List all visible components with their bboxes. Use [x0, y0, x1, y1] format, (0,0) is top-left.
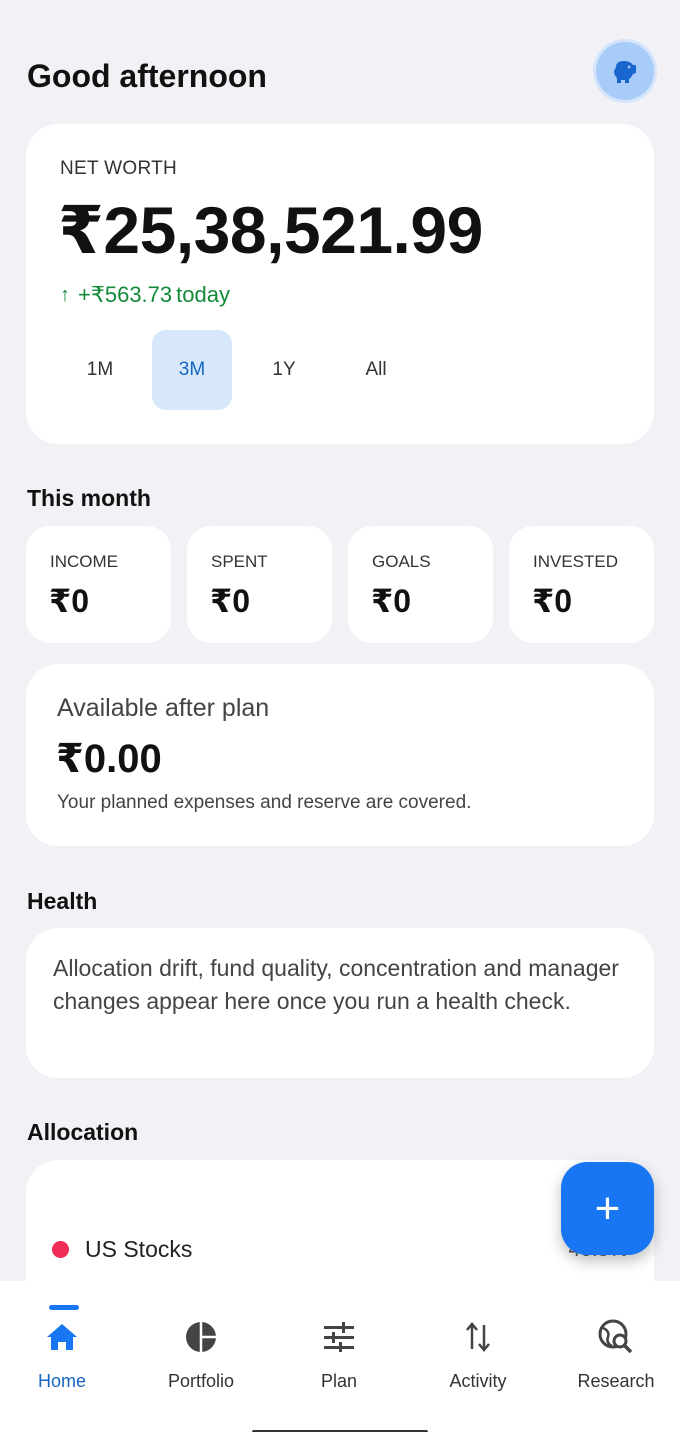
stat-value: ₹0 — [371, 583, 412, 619]
stat-label: INVESTED — [533, 552, 619, 571]
stat-value: ₹0 — [210, 583, 251, 619]
nav-label: Plan — [320, 1371, 358, 1391]
pie-chart-icon — [186, 1322, 216, 1352]
avatar[interactable] — [596, 42, 654, 100]
health-card[interactable]: Allocation drift, fund quality, concentr… — [26, 928, 654, 1078]
nav-label: Activity — [449, 1371, 507, 1391]
add-fab-button[interactable]: + — [561, 1162, 654, 1255]
health-title: Health — [27, 888, 98, 914]
allocation-title: Allocation — [27, 1119, 139, 1145]
stat-label: INCOME — [50, 552, 118, 571]
nav-label: Home — [37, 1371, 86, 1391]
stat-card-income[interactable]: INCOME ₹0 — [26, 526, 171, 643]
nav-item-activity[interactable]: Activity — [418, 1281, 538, 1401]
sliders-icon — [324, 1322, 354, 1352]
available-after-plan-card[interactable]: Available after plan ₹0.00 Your planned … — [26, 664, 654, 846]
stat-card-goals[interactable]: GOALS ₹0 — [348, 526, 493, 643]
nav-item-research[interactable]: Research — [556, 1281, 676, 1401]
net-worth-label: NET WORTH — [60, 158, 178, 179]
available-value: ₹0.00 — [56, 737, 162, 781]
stat-card-spent[interactable]: SPENT ₹0 — [187, 526, 332, 643]
range-button-1y[interactable]: 1Y — [244, 330, 324, 410]
stat-card-invested[interactable]: INVESTED ₹0 — [509, 526, 654, 643]
net-worth-change: ↑ +₹563.73 today — [60, 282, 230, 308]
this-month-title: This month — [27, 485, 151, 511]
nav-item-plan[interactable]: Plan — [279, 1281, 399, 1401]
available-description: Your planned expenses and reserve are co… — [57, 792, 472, 813]
bottom-navigation: Home Portfolio Plan Activity Research — [0, 1281, 680, 1432]
range-button-all[interactable]: All — [336, 330, 416, 410]
arrow-up-icon: ↑ — [60, 283, 70, 306]
greeting-title: Good afternoon — [27, 58, 267, 94]
available-title: Available after plan — [57, 694, 270, 722]
range-button-1m[interactable]: 1M — [60, 330, 140, 410]
net-worth-change-amount: +₹563.73 — [78, 282, 173, 307]
stat-label: SPENT — [211, 552, 268, 571]
profile-piggy-icon — [614, 61, 636, 83]
monthly-stats: INCOME ₹0 SPENT ₹0 GOALS ₹0 INVESTED ₹0 — [26, 526, 654, 643]
active-tab-indicator — [49, 1305, 79, 1310]
nav-label: Portfolio — [167, 1371, 235, 1391]
swap-vertical-icon — [466, 1322, 490, 1352]
allocation-item: US Stocks — [52, 1236, 192, 1263]
allocation-item-name: US Stocks — [85, 1236, 193, 1262]
health-description: Allocation drift, fund quality, concentr… — [53, 955, 619, 1014]
globe-search-icon — [598, 1319, 633, 1354]
stat-value: ₹0 — [532, 583, 573, 619]
header: Good afternoon — [27, 42, 654, 100]
stat-value: ₹0 — [49, 583, 90, 619]
net-worth-card: NET WORTH ₹25,38,521.99 ↑ +₹563.73 today… — [26, 124, 654, 444]
nav-item-home[interactable]: Home — [2, 1281, 122, 1401]
stat-label: GOALS — [372, 552, 431, 571]
net-worth-value: ₹25,38,521.99 — [58, 193, 483, 267]
nav-item-portfolio[interactable]: Portfolio — [141, 1281, 261, 1401]
range-button-3m[interactable]: 3M — [152, 330, 232, 410]
home-icon — [47, 1324, 77, 1350]
legend-dot — [52, 1241, 69, 1258]
nav-label: Research — [577, 1371, 655, 1391]
plus-icon: + — [594, 1183, 621, 1233]
time-range-selector: 1M 3M 1Y All — [60, 330, 416, 410]
net-worth-change-period: today — [176, 282, 230, 307]
